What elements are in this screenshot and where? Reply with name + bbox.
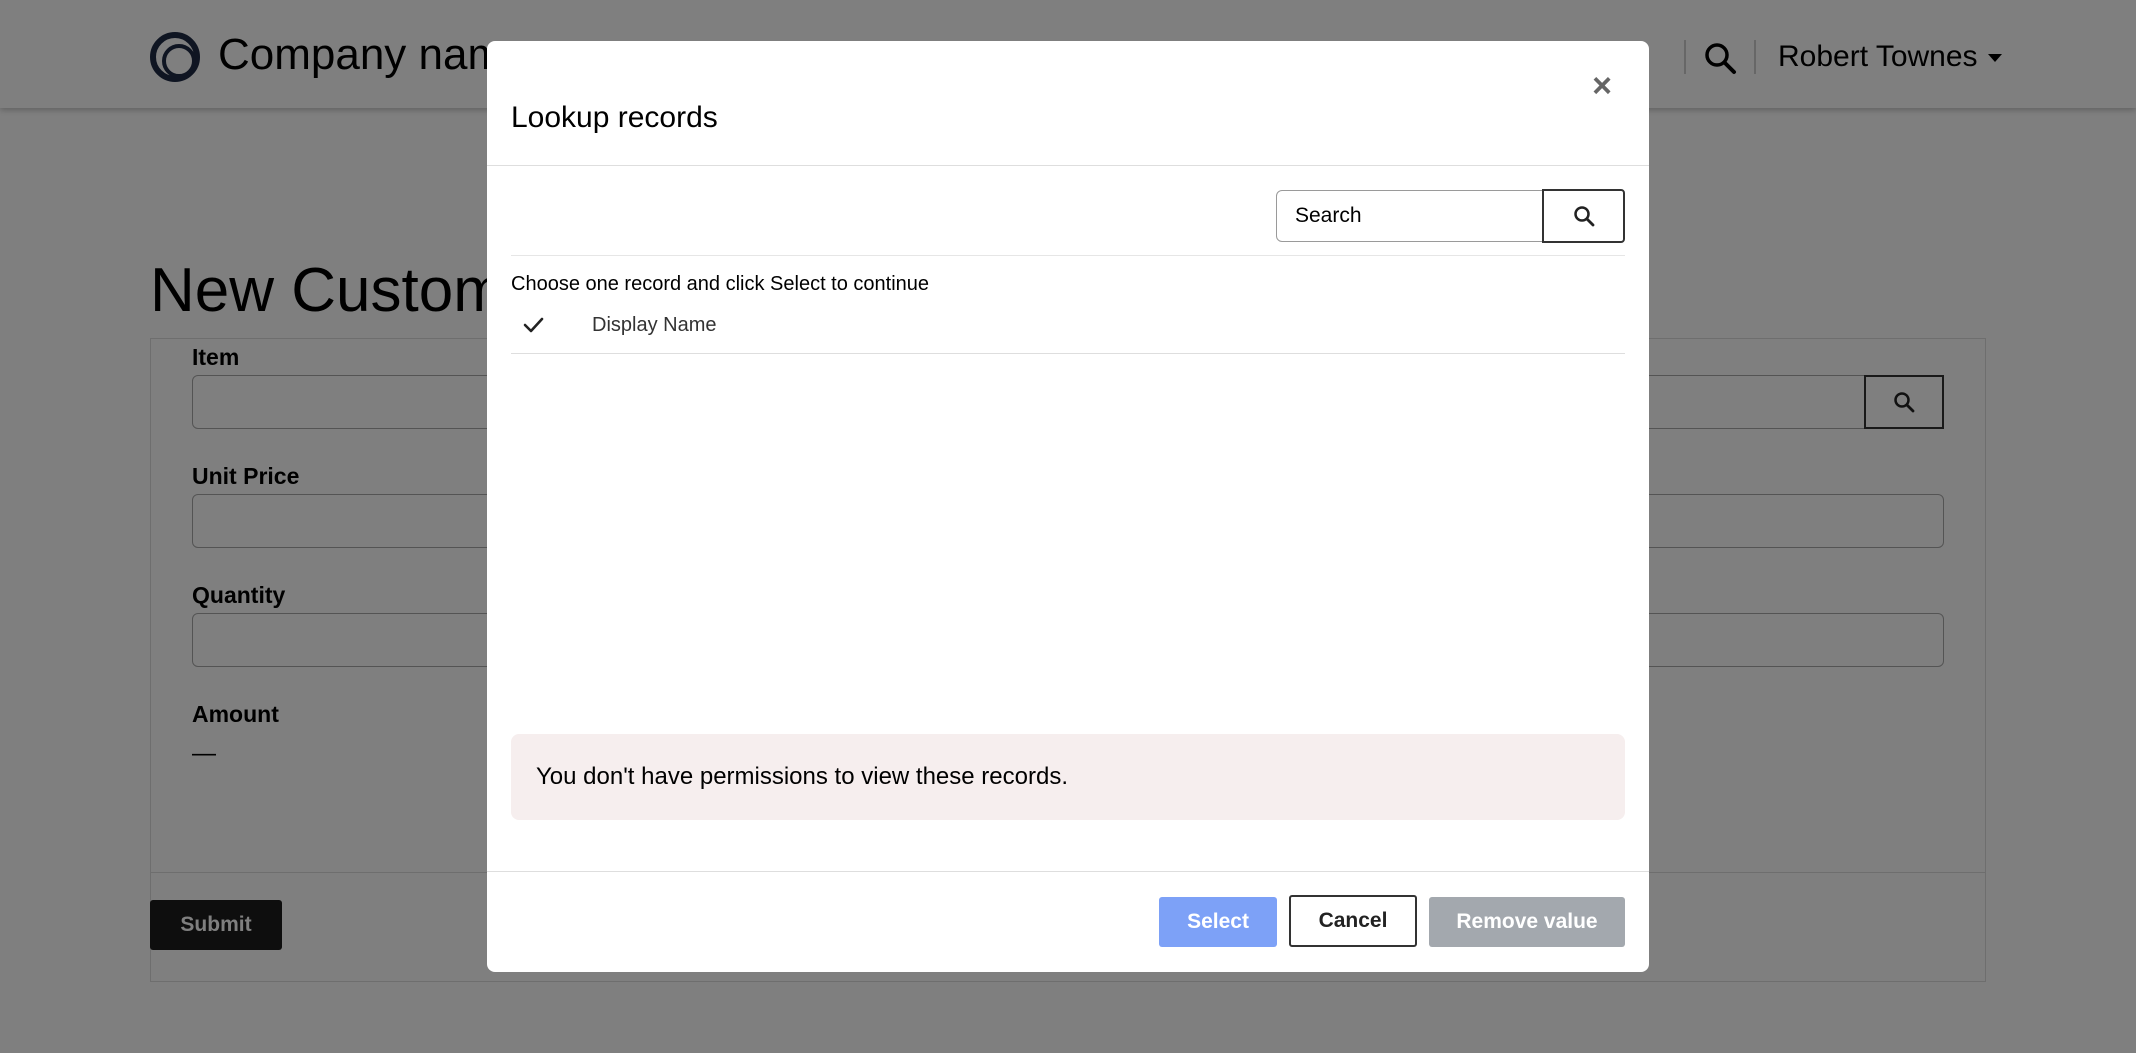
lookup-modal: Lookup records × Choose one record and c… (487, 41, 1649, 972)
checkmark-icon (521, 313, 545, 337)
permission-alert: You don't have permissions to view these… (511, 734, 1625, 820)
column-header-display-name[interactable]: Display Name (592, 314, 716, 337)
remove-value-button[interactable]: Remove value (1429, 897, 1625, 947)
modal-title: Lookup records (511, 101, 718, 134)
modal-footer-divider (487, 871, 1649, 872)
select-button[interactable]: Select (1159, 897, 1277, 947)
permission-message: You don't have permissions to view these… (536, 763, 1068, 790)
search-input[interactable] (1276, 190, 1544, 242)
search-icon (1573, 206, 1594, 227)
modal-header-divider (487, 165, 1649, 166)
table-header-divider (511, 353, 1625, 354)
search-button[interactable] (1542, 189, 1625, 243)
instruction-text: Choose one record and click Select to co… (511, 273, 930, 295)
close-icon[interactable]: × (1587, 69, 1617, 103)
toolbar-divider (511, 255, 1625, 256)
cancel-button[interactable]: Cancel (1289, 895, 1417, 947)
